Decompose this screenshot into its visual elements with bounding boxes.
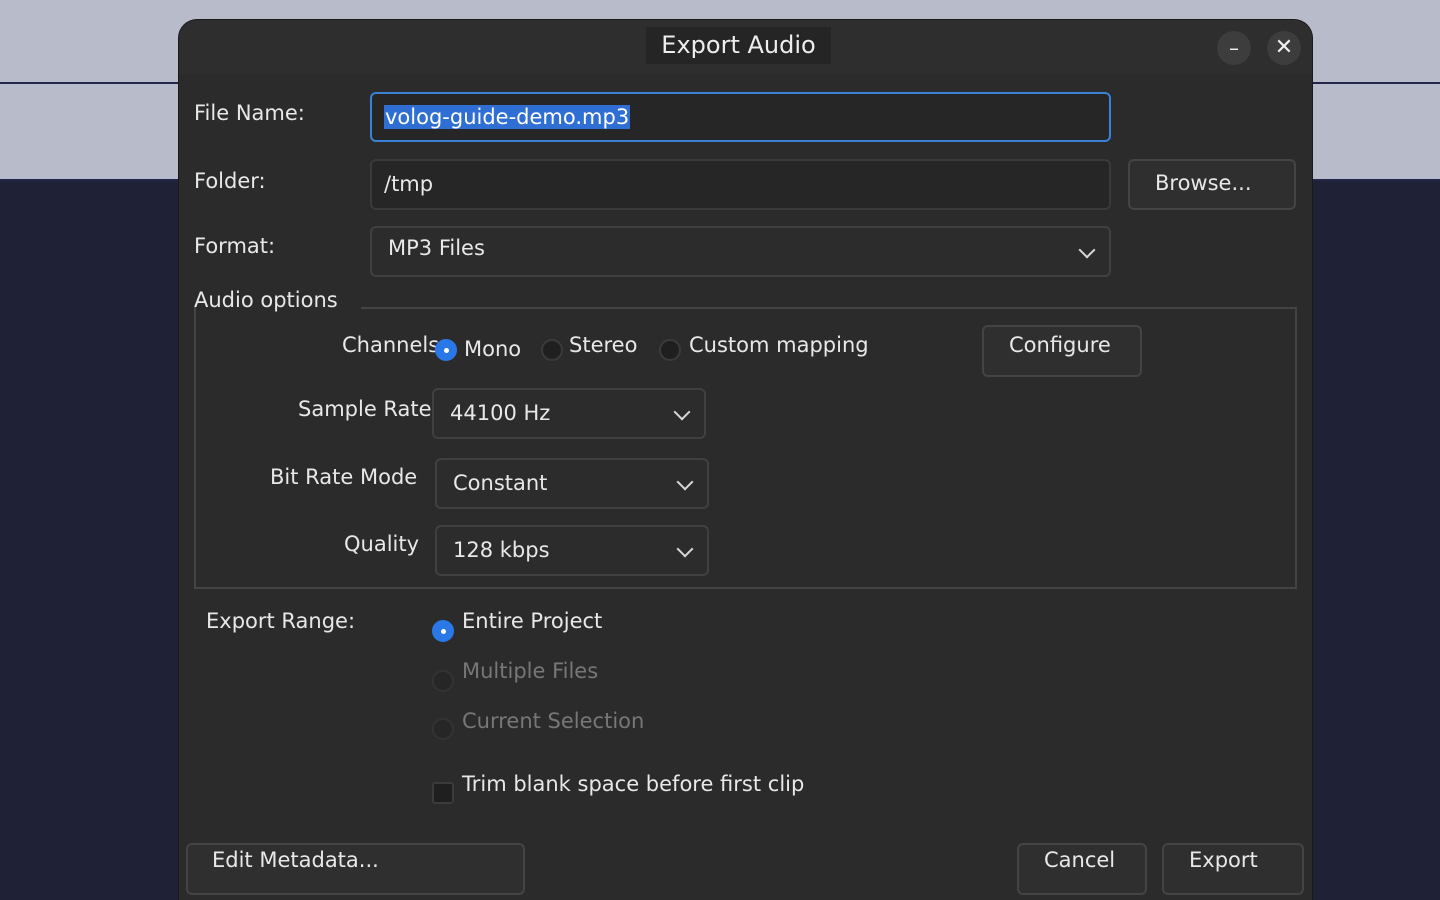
format-value: MP3 Files	[388, 236, 485, 260]
minimize-icon: –	[1229, 36, 1239, 60]
trim-blank-label[interactable]: Trim blank space before first clip	[462, 772, 804, 796]
export-audio-dialog: Export Audio – ✕ File Name: volog-guide-…	[179, 20, 1312, 900]
chevron-down-icon	[676, 540, 694, 557]
quality-value: 128 kbps	[453, 538, 550, 562]
cancel-button[interactable]: Cancel	[1017, 843, 1147, 895]
mono-radio[interactable]	[435, 339, 457, 361]
dialog-title: Export Audio	[646, 27, 831, 64]
sample-rate-label: Sample Rate	[298, 397, 432, 421]
edit-metadata-button[interactable]: Edit Metadata...	[186, 843, 525, 895]
channels-label: Channels	[342, 333, 440, 357]
title-bar[interactable]: Export Audio – ✕	[179, 20, 1312, 74]
folder-input[interactable]: /tmp	[370, 159, 1111, 210]
mono-label[interactable]: Mono	[464, 337, 521, 361]
sample-rate-select[interactable]: 44100 Hz	[432, 388, 706, 439]
format-label: Format:	[194, 234, 276, 258]
format-select[interactable]: MP3 Files	[370, 226, 1111, 277]
current-selection-radio	[432, 718, 454, 740]
quality-label: Quality	[344, 532, 420, 556]
close-button[interactable]: ✕	[1267, 31, 1301, 65]
file-name-value: volog-guide-demo.mp3	[384, 105, 631, 129]
export-range-label: Export Range:	[206, 609, 356, 633]
bit-rate-mode-value: Constant	[453, 471, 548, 495]
stereo-radio[interactable]	[541, 339, 563, 361]
minimize-button[interactable]: –	[1217, 31, 1251, 65]
trim-blank-checkbox[interactable]	[432, 782, 454, 804]
file-name-label: File Name:	[194, 101, 305, 125]
export-button[interactable]: Export	[1162, 843, 1304, 895]
chevron-down-icon	[673, 403, 691, 420]
stereo-label[interactable]: Stereo	[569, 333, 637, 357]
entire-project-radio[interactable]	[432, 620, 454, 642]
sample-rate-value: 44100 Hz	[450, 401, 551, 425]
entire-project-label[interactable]: Entire Project	[462, 609, 602, 633]
quality-select[interactable]: 128 kbps	[435, 525, 709, 576]
browse-button[interactable]: Browse...	[1128, 159, 1296, 210]
close-icon: ✕	[1274, 35, 1294, 60]
custom-mapping-radio[interactable]	[659, 339, 681, 361]
current-selection-label: Current Selection	[462, 709, 645, 733]
file-name-input[interactable]: volog-guide-demo.mp3	[370, 92, 1111, 142]
folder-label: Folder:	[194, 169, 266, 193]
folder-value: /tmp	[384, 172, 434, 196]
bit-rate-mode-label: Bit Rate Mode	[270, 465, 418, 489]
chevron-down-icon	[1078, 241, 1096, 258]
bit-rate-mode-select[interactable]: Constant	[435, 458, 709, 509]
multiple-files-radio	[432, 670, 454, 692]
custom-mapping-label[interactable]: Custom mapping	[689, 333, 869, 357]
multiple-files-label: Multiple Files	[462, 659, 599, 683]
configure-button[interactable]: Configure	[982, 325, 1142, 377]
chevron-down-icon	[676, 473, 694, 490]
